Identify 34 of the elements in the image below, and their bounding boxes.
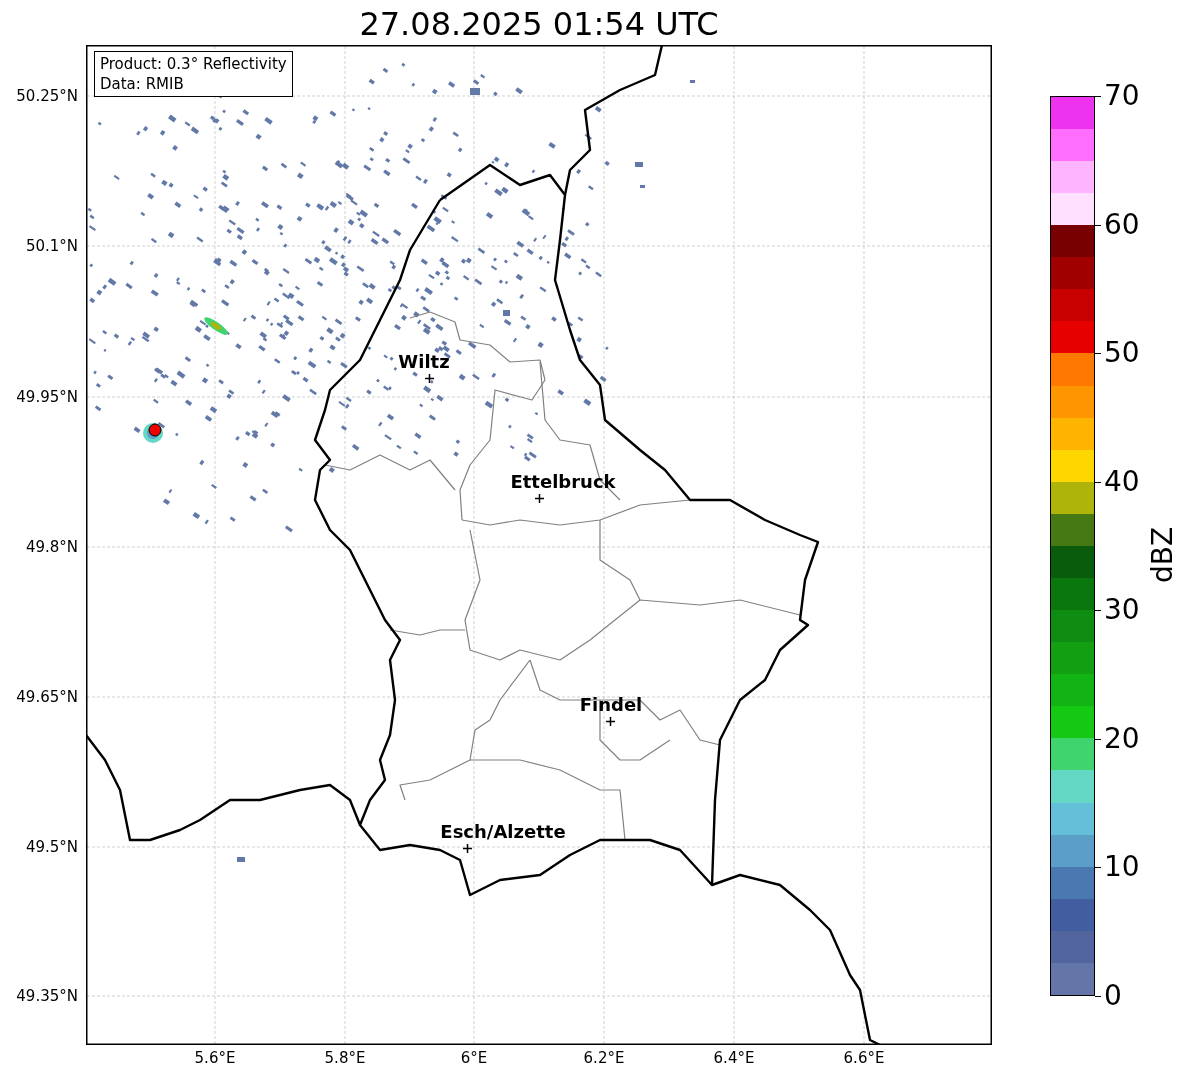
- x-axis-label: 5.6°E: [194, 1049, 236, 1067]
- y-axis-label: 50.1°N: [25, 237, 78, 255]
- colorbar-tick-label: 70: [1104, 81, 1140, 111]
- city-label: Wiltz: [398, 352, 450, 372]
- colorbar-tick-label: 50: [1104, 338, 1140, 369]
- city-label: Findel: [579, 695, 643, 715]
- city-label: Ettelbruck: [510, 472, 616, 492]
- colorbar-tick-label: 10: [1104, 852, 1140, 883]
- x-axis-label: 6.4°E: [713, 1049, 755, 1067]
- plot-title: 27.08.2025 01:54 UTC: [359, 5, 719, 43]
- x-axis-label: 5.8°E: [324, 1049, 366, 1067]
- radar-site-marker: [148, 423, 162, 437]
- city-marker-icon: [424, 373, 434, 383]
- y-axis-label: 49.5°N: [25, 838, 78, 856]
- colorbar-tick-label: 30: [1104, 595, 1140, 626]
- colorbar-tick-label: 20: [1104, 723, 1140, 754]
- city-label: Esch/Alzette: [440, 822, 566, 842]
- city-marker-icon: [462, 843, 472, 853]
- y-axis-label: 50.25°N: [16, 87, 78, 105]
- x-axis-label: 6.6°E: [843, 1049, 885, 1067]
- city-marker-icon: [605, 716, 615, 726]
- y-axis-label: 49.8°N: [25, 538, 78, 556]
- info-text: Product: 0.3° Reflectivity: [100, 54, 287, 74]
- x-axis-label: 6.2°E: [583, 1049, 625, 1067]
- colorbar-tick-label: 60: [1104, 209, 1140, 240]
- y-axis-label: 49.65°N: [16, 688, 78, 706]
- colorbar-label: dBZ: [1148, 526, 1178, 584]
- x-axis-label: 6°E: [460, 1049, 488, 1067]
- city-marker-icon: [534, 493, 544, 503]
- y-axis-label: 49.35°N: [16, 987, 78, 1005]
- y-axis-label: 49.95°N: [16, 388, 78, 406]
- colorbar-tick-label: 0: [1104, 981, 1122, 1011]
- colorbar-tick-label: 40: [1104, 466, 1140, 497]
- info-text: Data: RMIB: [100, 74, 185, 94]
